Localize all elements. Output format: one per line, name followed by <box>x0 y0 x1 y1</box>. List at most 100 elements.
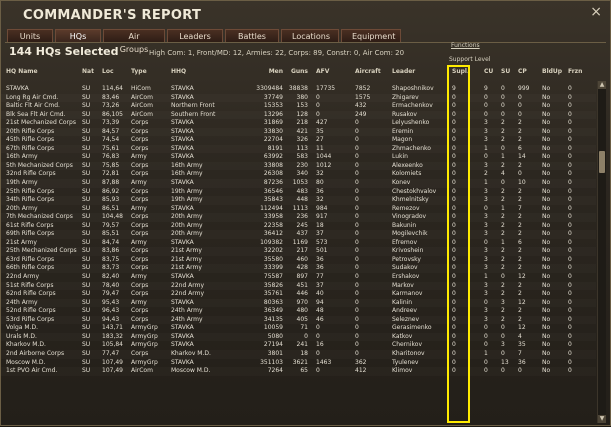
table-row[interactable]: 66th Rifle Corps SU 83,73 Corps 21st Army 333… <box>1 264 596 273</box>
tab-locations[interactable]: Locations <box>281 29 339 42</box>
cell-leader: Efremov <box>392 238 417 246</box>
cell-su: 2 <box>501 290 505 298</box>
close-icon[interactable]: × <box>590 4 602 20</box>
cell-su: 2 <box>501 307 505 315</box>
cell-leader: Seleznev <box>392 315 420 323</box>
cell-aircraft: 0 <box>355 119 359 127</box>
table-row[interactable]: 34th Rifle Corps SU 85,93 Corps 19th Army 358… <box>1 196 596 205</box>
table-row[interactable]: Baltic Flt Air Cmd. SU 73,26 AirCom Northern… <box>1 102 596 111</box>
cell-su: 2 <box>501 264 505 272</box>
table-row[interactable]: STAVKA SU 114,64 HiCom STAVKA 3309484 38838 177… <box>1 85 596 94</box>
table-row[interactable]: 20th Rifle Corps SU 84,57 Corps STAVKA 33830 4… <box>1 128 596 137</box>
table-row[interactable]: 7th Mechanized Corps SU 104,48 Corps 20th Ar… <box>1 213 596 222</box>
table-row[interactable]: Blk Sea Flt Air Cmd. SU 86,105 AirCom Southe… <box>1 111 596 120</box>
tab-battles[interactable]: Battles <box>225 29 279 42</box>
cell-su: 2 <box>501 119 505 127</box>
col-frzn[interactable]: Frzn <box>568 68 582 75</box>
col-men[interactable]: Men <box>247 68 283 75</box>
vertical-scrollbar[interactable]: ▲ ▼ <box>597 81 606 423</box>
table-row[interactable]: 53rd Rifle Corps SU 94,43 Corps 24th Army 341… <box>1 316 596 325</box>
functions-label[interactable]: Functions <box>451 42 480 49</box>
table-row[interactable]: 61st Rifle Corps SU 79,57 Corps 20th Army 223… <box>1 222 596 231</box>
cell-nat: SU <box>82 238 91 246</box>
cell-su: 13 <box>501 358 509 366</box>
table-row[interactable]: 16th Army SU 76,83 Army STAVKA 63992 583 1044 0 L… <box>1 153 596 162</box>
table-row[interactable]: 25th Rifle Corps SU 86,92 Corps 19th Army 365… <box>1 188 596 197</box>
cell-bldup: No <box>542 102 551 110</box>
col-afv[interactable]: AFV <box>316 68 329 75</box>
table-row[interactable]: 21st Army SU 84,74 Army STAVKA 109382 1169 573 0… <box>1 239 596 248</box>
cell-loc: 84,74 <box>102 238 120 246</box>
tab-hqs[interactable]: HQs <box>55 29 101 42</box>
cell-loc: 104,48 <box>102 213 123 221</box>
tab-equipment[interactable]: Equipment <box>341 29 401 42</box>
table-row[interactable]: 20th Army SU 86,51 Army STAVKA 112494 1113 984 0… <box>1 205 596 214</box>
cell-bldup: No <box>542 119 551 127</box>
table-row[interactable]: Urals M.D. SU 183,32 ArmyGrp STAVKA 5080 0 0 0 Ka… <box>1 333 596 342</box>
cell-leader: Shaposhnikov <box>392 85 434 92</box>
table-row[interactable]: 19th Army SU 87,88 Army STAVKA 87236 1053 80 0 Ko… <box>1 179 596 188</box>
col-type[interactable]: Type <box>131 68 147 75</box>
col-loc[interactable]: Loc <box>102 68 114 75</box>
cell-cu: 3 <box>484 119 488 127</box>
table-row[interactable]: Long Rg Air Cmd. SU 83,46 AirCom STAVKA 37749… <box>1 94 596 103</box>
tab-leaders[interactable]: Leaders <box>167 29 223 42</box>
table-row[interactable]: 1st PVO Air Cmd. SU 107,49 AirCom Moscow M.D… <box>1 367 596 376</box>
cell-guns: 437 <box>296 230 308 238</box>
cell-leader: Alexeenko <box>392 161 423 169</box>
col-cp[interactable]: CP <box>518 68 527 75</box>
tab-units[interactable]: Units <box>7 29 53 42</box>
cell-men: 22358 <box>263 221 283 229</box>
cell-bldup: No <box>542 247 551 255</box>
cell-frzn: 0 <box>568 213 572 221</box>
table-row[interactable]: 52nd Rifle Corps SU 96,43 Corps 24th Army 363… <box>1 307 596 316</box>
table-row[interactable]: Volga M.D. SU 143,71 ArmyGrp STAVKA 10059 71 0 0… <box>1 324 596 333</box>
table-row[interactable]: 67th Rifle Corps SU 75,61 Corps STAVKA 8191 11… <box>1 145 596 154</box>
cell-bldup: No <box>542 85 551 92</box>
table-row[interactable]: 62nd Rifle Corps SU 79,47 Corps 22nd Army 357… <box>1 290 596 299</box>
tab-air-groups[interactable]: Air Groups <box>103 29 165 54</box>
col-leader[interactable]: Leader <box>392 68 415 75</box>
cell-aircraft: 0 <box>355 273 359 281</box>
cell-loc: 107,49 <box>102 358 123 366</box>
col-hq-name[interactable]: HQ Name <box>6 68 38 75</box>
table-row[interactable]: 21st Mechanized Corps SU 73,39 Corps STAVKA 3… <box>1 119 596 128</box>
table-row[interactable]: 25th Mechanized Corps SU 83,86 Corps 21st Ar… <box>1 247 596 256</box>
cell-type: ArmyGrp <box>131 358 158 366</box>
col-cu[interactable]: CU <box>484 68 493 75</box>
table-row[interactable]: Moscow M.D. SU 107,49 ArmyGrp STAVKA 351103 36… <box>1 359 596 368</box>
table-row[interactable]: 69th Rifle Corps SU 85,51 Corps 20th Army 364… <box>1 230 596 239</box>
cell-nat: SU <box>82 161 91 169</box>
table-row[interactable]: 32nd Rifle Corps SU 72,81 Corps 16th Army 263… <box>1 170 596 179</box>
col-aircraft[interactable]: Aircraft <box>355 68 381 75</box>
cell-frzn: 0 <box>568 264 572 272</box>
table-row[interactable]: 5th Mechanized Corps SU 75,85 Corps 16th Arm… <box>1 162 596 171</box>
table-row[interactable]: Kharkov M.D. SU 105,84 ArmyGrp STAVKA 27194 24… <box>1 341 596 350</box>
table-row[interactable]: 63rd Rifle Corps SU 83,75 Corps 21st Army 355… <box>1 256 596 265</box>
table-row[interactable]: 22nd Army SU 82,40 Army STAVKA 75587 897 77 0 Ers… <box>1 273 596 282</box>
cell-bldup: No <box>542 179 551 187</box>
col-su[interactable]: SU <box>501 68 510 75</box>
col-guns[interactable]: Guns <box>284 68 308 75</box>
cell-hq-name: 53rd Rifle Corps <box>6 315 55 323</box>
col-nat[interactable]: Nat <box>82 68 94 75</box>
cell-leader: Khmelnitsky <box>392 196 429 204</box>
table-row[interactable]: 2nd Airborne Corps SU 77,47 Corps Kharkov M.… <box>1 350 596 359</box>
cell-afv: 94 <box>316 298 324 306</box>
table-row[interactable]: 45th Rifle Corps SU 74,54 Corps STAVKA 22704 3… <box>1 136 596 145</box>
cell-men: 33808 <box>263 161 283 169</box>
scroll-up-icon[interactable]: ▲ <box>598 81 606 89</box>
cell-cu: 3 <box>484 230 488 238</box>
cell-guns: 230 <box>296 161 308 169</box>
cell-su: 2 <box>501 136 505 144</box>
table-row[interactable]: 24th Army SU 95,43 Army STAVKA 80363 970 94 0 Kal… <box>1 299 596 308</box>
col-supl[interactable]: Supl. <box>452 68 469 75</box>
scroll-thumb[interactable] <box>599 151 605 173</box>
cell-frzn: 0 <box>568 247 572 255</box>
cell-su: 1 <box>501 204 505 212</box>
col-bldup[interactable]: BldUp <box>542 68 562 75</box>
cell-loc: 95,43 <box>102 298 120 306</box>
col-hhq[interactable]: HHQ <box>171 68 186 75</box>
scroll-down-icon[interactable]: ▼ <box>598 415 606 423</box>
table-row[interactable]: 51st Rifle Corps SU 78,40 Corps 22nd Army 358… <box>1 282 596 291</box>
